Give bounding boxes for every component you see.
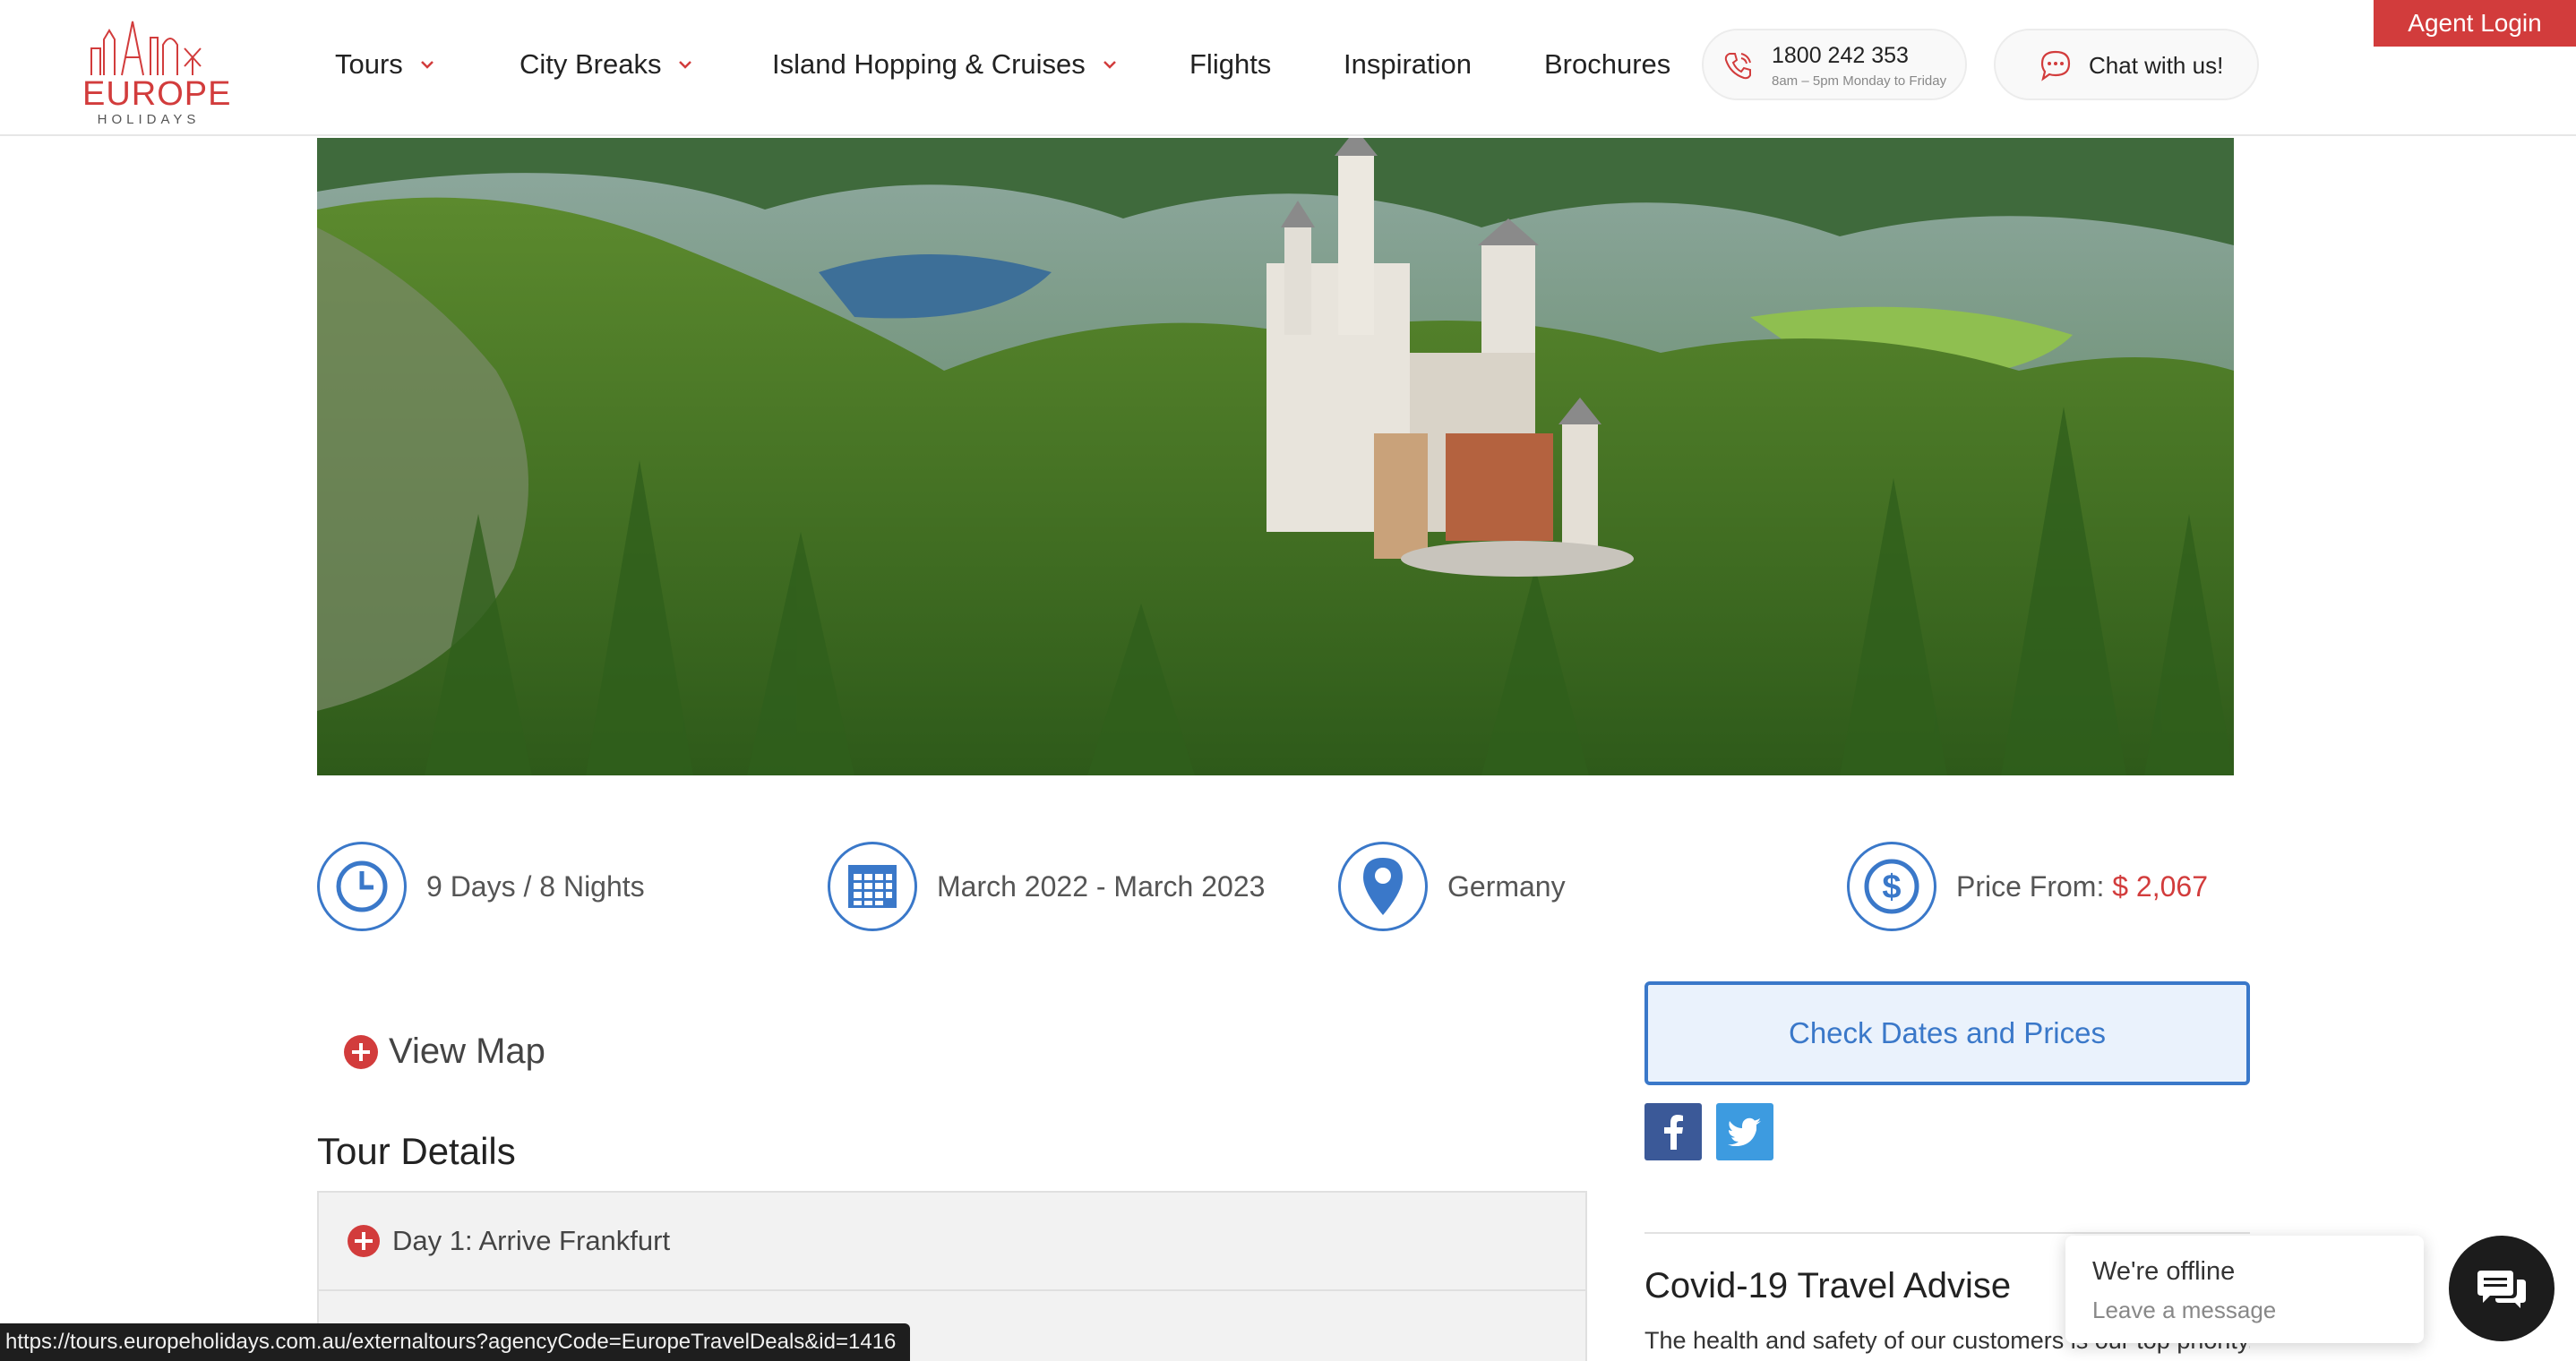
plus-circle-icon: [348, 1225, 380, 1257]
nav-inspiration-label: Inspiration: [1344, 48, 1473, 80]
tour-details-heading: Tour Details: [317, 1130, 516, 1172]
chat-status: We're offline: [2092, 1257, 2236, 1286]
calendar-icon: [828, 842, 917, 931]
chat-widget-bubble[interactable]: We're offline Leave a message: [2065, 1236, 2424, 1343]
site-header: EUROPE HOLIDAYS Tours City Breaks Island…: [0, 0, 2576, 136]
chat-leave-message: Leave a message: [2092, 1297, 2277, 1323]
phone-number: 1800 242 353: [1772, 43, 1909, 68]
nav-brochures[interactable]: Brochures: [1544, 47, 1670, 82]
logo-title: EUROPE: [82, 75, 232, 113]
chat-bubble-icon: [2040, 50, 2071, 81]
sidebar-divider: [1644, 1232, 2250, 1234]
twitter-share-button[interactable]: [1716, 1103, 1773, 1160]
covid-advice-heading: Covid-19 Travel Advise: [1644, 1266, 2012, 1305]
chat-label: Chat with us!: [2089, 52, 2224, 79]
hero-image: [317, 138, 2234, 775]
nav-inspiration[interactable]: Inspiration: [1344, 47, 1472, 82]
nav-tours-label: Tours: [335, 48, 403, 80]
clock-icon: [317, 842, 407, 931]
twitter-icon: [1728, 1117, 1761, 1146]
view-map-toggle[interactable]: View Map: [344, 1031, 545, 1072]
facebook-icon: [1664, 1115, 1683, 1150]
chat-with-us-button[interactable]: Chat with us!: [1994, 29, 2259, 100]
phone-icon: [1724, 53, 1751, 80]
chevron-down-icon: [420, 61, 434, 69]
view-map-label: View Map: [389, 1031, 545, 1071]
dollar-icon: $: [1847, 842, 1936, 931]
duration-text: 9 Days / 8 Nights: [426, 869, 645, 903]
map-pin-icon: [1338, 842, 1428, 931]
itinerary-day-label: Day 1: Arrive Frankfurt: [392, 1225, 671, 1256]
price-value: $ 2,067: [2112, 869, 2208, 903]
price-text: Price From: $ 2,067: [1956, 870, 2208, 903]
tour-duration: 9 Days / 8 Nights: [317, 842, 645, 931]
dates-text: March 2022 - March 2023: [937, 869, 1266, 903]
agent-login-button[interactable]: Agent Login: [2374, 0, 2576, 47]
nav-flights[interactable]: Flights: [1189, 47, 1271, 82]
site-logo[interactable]: EUROPE HOLIDAYS: [82, 13, 232, 126]
phone-contact[interactable]: 1800 242 353 8am – 5pm Monday to Friday: [1702, 29, 1967, 100]
chat-icon: [2477, 1271, 2526, 1308]
facebook-share-button[interactable]: [1644, 1103, 1702, 1160]
skyline-logo-icon: [90, 21, 202, 76]
chat-launcher-button[interactable]: [2449, 1236, 2555, 1341]
logo-subtitle: HOLIDAYS: [97, 112, 201, 127]
status-bar-url: https://tours.europeholidays.com.au/exte…: [0, 1323, 911, 1361]
phone-hours: 8am – 5pm Monday to Friday: [1772, 73, 1947, 89]
nav-brochures-label: Brochures: [1544, 48, 1671, 80]
castle-landscape-image: [317, 138, 2234, 775]
tour-location: Germany: [1338, 842, 1566, 931]
tour-price: $ Price From: $ 2,067: [1847, 842, 2208, 931]
nav-island-hopping[interactable]: Island Hopping & Cruises: [772, 47, 1118, 82]
chevron-down-icon: [1103, 61, 1116, 69]
plus-circle-icon: [344, 1034, 378, 1069]
tour-dates: March 2022 - March 2023: [828, 842, 1265, 931]
svg-text:$: $: [1882, 869, 1901, 906]
location-text: Germany: [1447, 869, 1566, 903]
nav-city-breaks[interactable]: City Breaks: [519, 47, 693, 82]
check-dates-prices-button[interactable]: Check Dates and Prices: [1644, 981, 2250, 1085]
itinerary-day-1[interactable]: Day 1: Arrive Frankfurt: [317, 1191, 1587, 1289]
nav-island-hopping-label: Island Hopping & Cruises: [772, 48, 1086, 80]
chevron-down-icon: [679, 61, 692, 69]
nav-city-breaks-label: City Breaks: [519, 48, 662, 80]
nav-flights-label: Flights: [1189, 48, 1272, 80]
nav-tours[interactable]: Tours: [335, 47, 435, 82]
price-label: Price From:: [1956, 869, 2105, 903]
